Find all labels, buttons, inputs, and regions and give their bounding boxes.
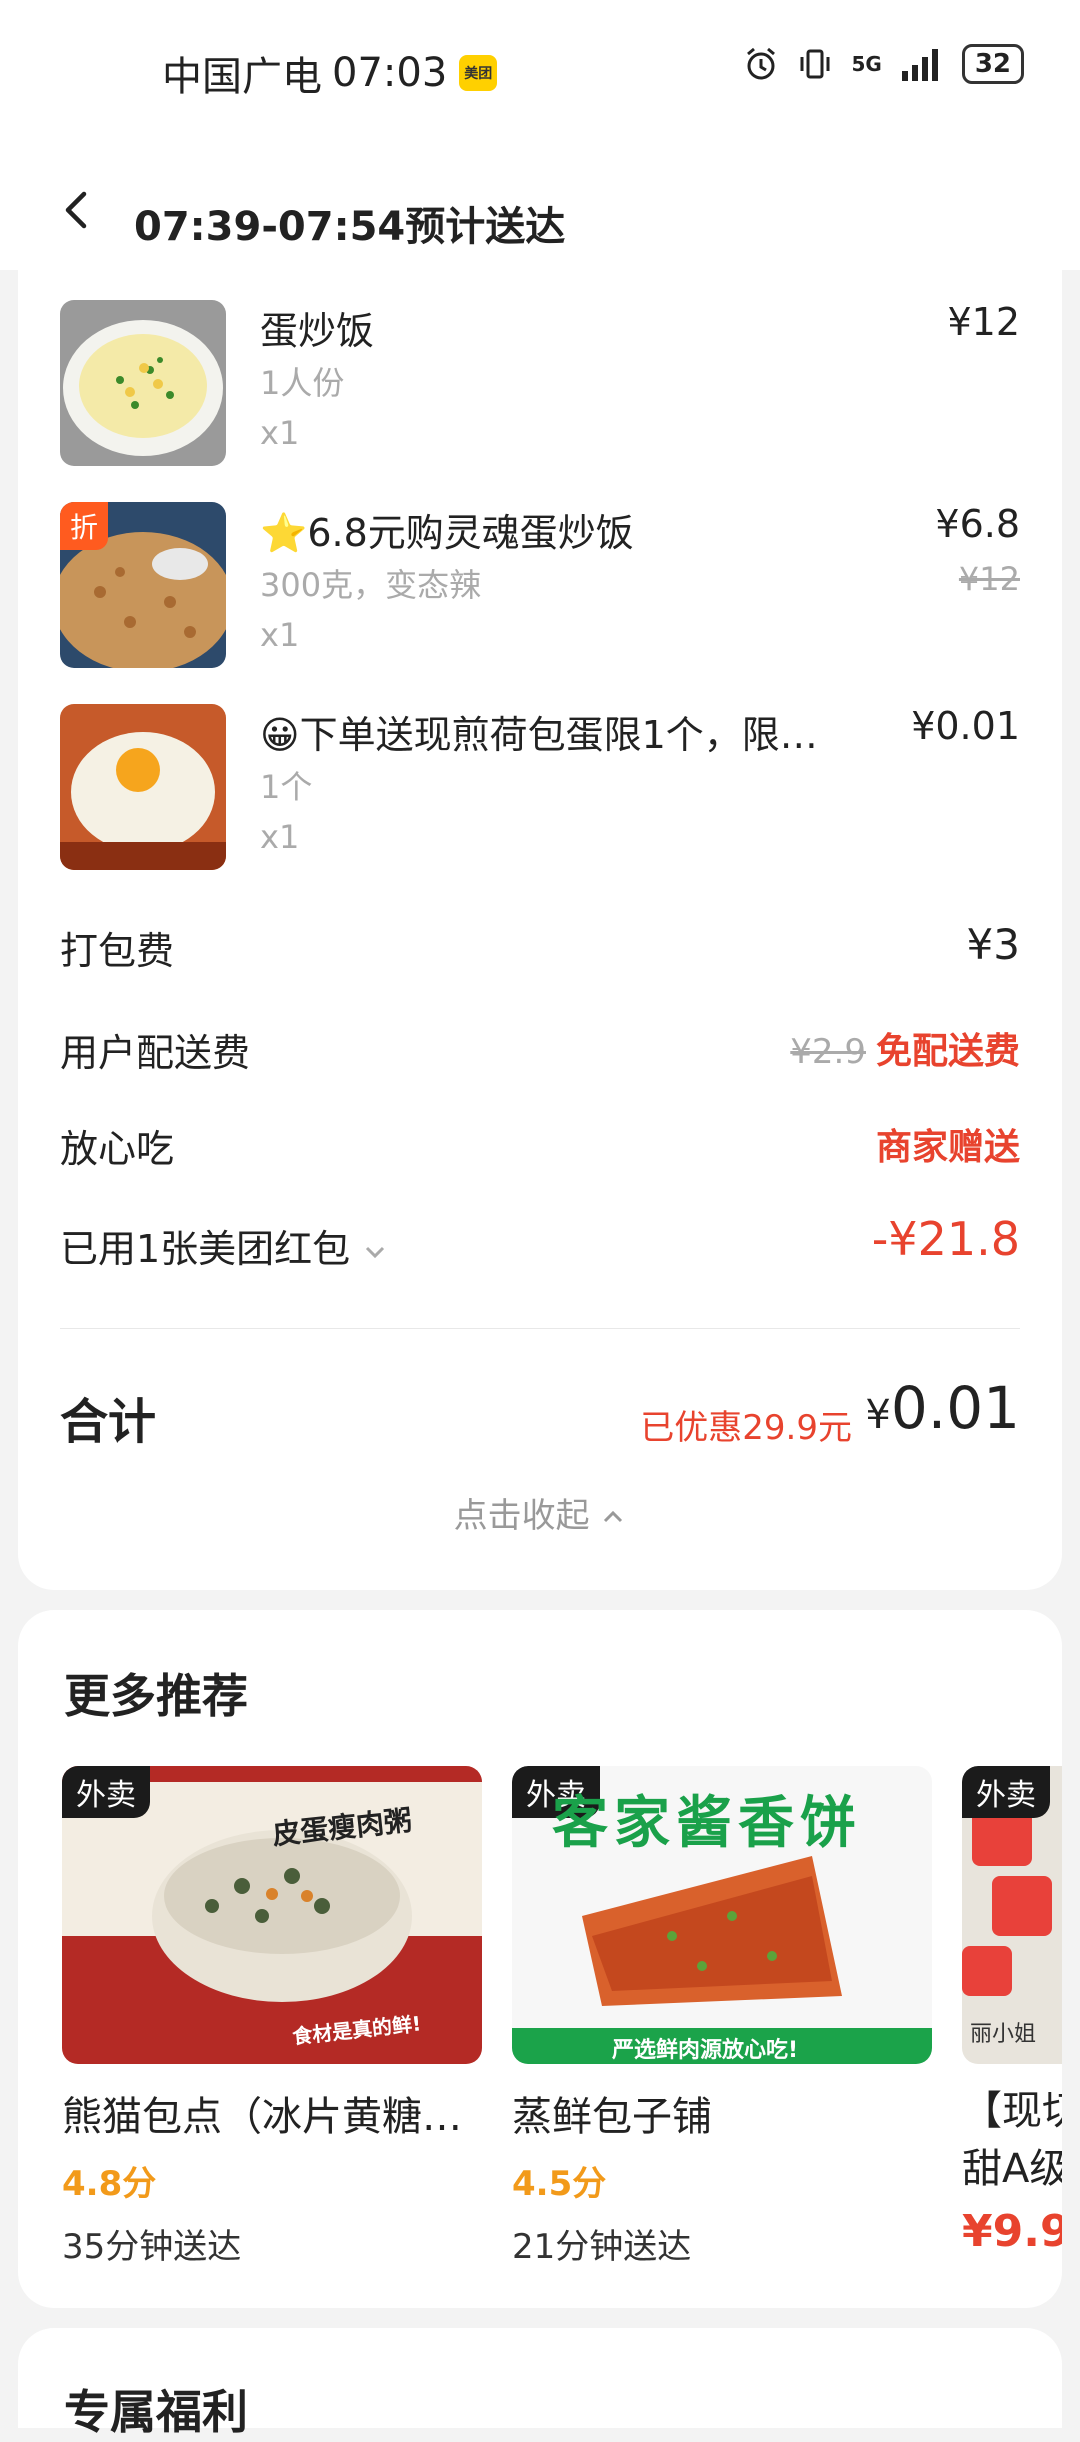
item-name: 😀下单送现煎荷包蛋限1个，限…	[260, 713, 818, 757]
discount-badge: 折	[60, 502, 108, 550]
store-image: 外卖 客家酱香饼 严选鲜肉源放心吃!	[512, 1766, 932, 2064]
item-spec: 300克，变态辣	[260, 566, 482, 604]
packing-fee-label: 打包费	[60, 929, 175, 973]
delivery-fee-free: 免配送费	[875, 1031, 1020, 1072]
delivery-time: 35分钟送达	[62, 2227, 242, 2267]
item-name: ⭐6.8元购灵魂蛋炒饭	[260, 511, 634, 555]
item-thumbnail: 折	[60, 502, 226, 668]
assurance-label: 放心吃	[60, 1127, 175, 1171]
recommend-store-card[interactable]: 外卖 皮蛋瘦肉粥 食材是真的鲜! 熊猫包点（冰片黄糖… 4.8分 35分钟送达	[62, 1766, 482, 2268]
status-bar: 中国广电 07:03 美团 5G 32	[0, 0, 1080, 150]
store-mascot: 丽小姐	[970, 2022, 1037, 2047]
order-details-card: 蛋炒饭 1人份 x1 ¥12 折 ⭐6.8元购灵魂蛋炒饭 300克，变态辣 x1…	[18, 270, 1062, 1590]
recommend-store-card[interactable]: 外卖 客家酱香饼 严选鲜肉源放心吃! 蒸鲜包子铺 4.5分 21分钟送达	[512, 1766, 932, 2268]
store-footer: 严选鲜肉源放心吃!	[612, 2038, 799, 2063]
item-thumbnail	[60, 704, 226, 870]
collapse-button[interactable]: 点击收起	[18, 1488, 1062, 1537]
item-quantity: x1	[260, 414, 300, 452]
coupon-label: 已用1张美团红包	[60, 1227, 351, 1271]
item-spec: 1个	[260, 768, 313, 806]
item-price: ¥12	[947, 300, 1020, 344]
alarm-icon	[747, 47, 776, 80]
total-label: 合计	[60, 1394, 157, 1450]
store-price: ¥9.9	[962, 2206, 1062, 2257]
item-original-price: ¥12	[958, 560, 1020, 598]
total-currency: ¥	[865, 1392, 891, 1438]
coupon-value: -¥21.8	[871, 1212, 1020, 1266]
vibrate-icon	[800, 49, 830, 79]
total-amount: ¥0.01	[865, 1374, 1020, 1442]
back-arrow-icon[interactable]	[56, 190, 96, 230]
status-left: 中国广电 07:03 美团	[162, 44, 498, 102]
store-name: 【现切	[962, 2088, 1062, 2134]
recommend-store-card[interactable]: 外卖 丽小姐 【现切 甜A级 ¥9.9	[962, 1766, 1062, 2257]
order-item[interactable]: 蛋炒饭 1人份 x1 ¥12	[60, 300, 1020, 470]
total-number: 0.01	[890, 1374, 1020, 1442]
chevron-down-icon[interactable]	[362, 1242, 388, 1262]
item-price: ¥6.8	[935, 502, 1020, 546]
store-image: 外卖 皮蛋瘦肉粥 食材是真的鲜!	[62, 1766, 482, 2064]
delivery-fee-label: 用户配送费	[60, 1031, 251, 1075]
delivery-time: 21分钟送达	[512, 2227, 692, 2267]
total-saved: 已优惠29.9元	[640, 1408, 852, 1448]
section-title: 更多推荐	[64, 1669, 248, 1723]
exclusive-benefits-card: 专属福利	[18, 2328, 1062, 2439]
delivery-fee-values: ¥2.9 免配送费	[790, 1022, 1020, 1074]
coupon-label-wrap: 已用1张美团红包	[60, 1218, 388, 1273]
store-score: 4.8分	[62, 2164, 157, 2204]
recommendations-card: 更多推荐 外卖 皮蛋瘦肉粥 食材是真的鲜! 熊猫包点（冰片黄糖… 4.8分 35…	[18, 1610, 1062, 2308]
page-title: 07:39-07:54预计送达	[134, 204, 566, 250]
page-header: 07:39-07:54预计送达	[0, 150, 1080, 270]
takeout-tag: 外卖	[62, 1766, 150, 1818]
chevron-up-icon	[604, 1510, 623, 1523]
order-item[interactable]: 😀下单送现煎荷包蛋限1个，限… 1个 x1 ¥0.01	[60, 704, 1020, 874]
delivery-fee-original: ¥2.9	[790, 1032, 866, 1072]
collapse-label: 点击收起	[453, 1496, 590, 1536]
store-score: 4.5分	[512, 2164, 607, 2204]
order-item[interactable]: 折 ⭐6.8元购灵魂蛋炒饭 300克，变态辣 x1 ¥6.8 ¥12	[60, 502, 1020, 672]
assurance-value: 商家赠送	[875, 1127, 1020, 1168]
takeout-tag: 外卖	[962, 1766, 1050, 1818]
store-name-line2: 甜A级	[962, 2146, 1062, 2192]
carrier-text: 中国广电	[162, 54, 322, 100]
item-name: 蛋炒饭	[260, 309, 375, 353]
store-name: 熊猫包点（冰片黄糖…	[62, 2094, 462, 2140]
signal-icon	[901, 49, 938, 81]
item-quantity: x1	[260, 818, 300, 856]
meituan-notification-icon: 美团	[459, 55, 498, 91]
store-name: 蒸鲜包子铺	[512, 2094, 712, 2140]
item-thumbnail	[60, 300, 226, 466]
item-price: ¥0.01	[911, 704, 1020, 748]
section-title: 专属福利	[64, 2385, 248, 2439]
packing-fee-value: ¥3	[966, 920, 1020, 969]
status-right: 5G 32	[743, 44, 1024, 84]
clock-text: 07:03	[332, 50, 448, 96]
network-type-text: 5G	[851, 52, 882, 76]
item-spec: 1人份	[260, 364, 345, 402]
divider	[60, 1328, 1020, 1329]
store-image: 外卖 丽小姐	[962, 1766, 1062, 2064]
battery-icon: 32	[961, 44, 1024, 84]
store-banner: 客家酱香饼	[552, 1791, 862, 1856]
item-quantity: x1	[260, 616, 300, 654]
